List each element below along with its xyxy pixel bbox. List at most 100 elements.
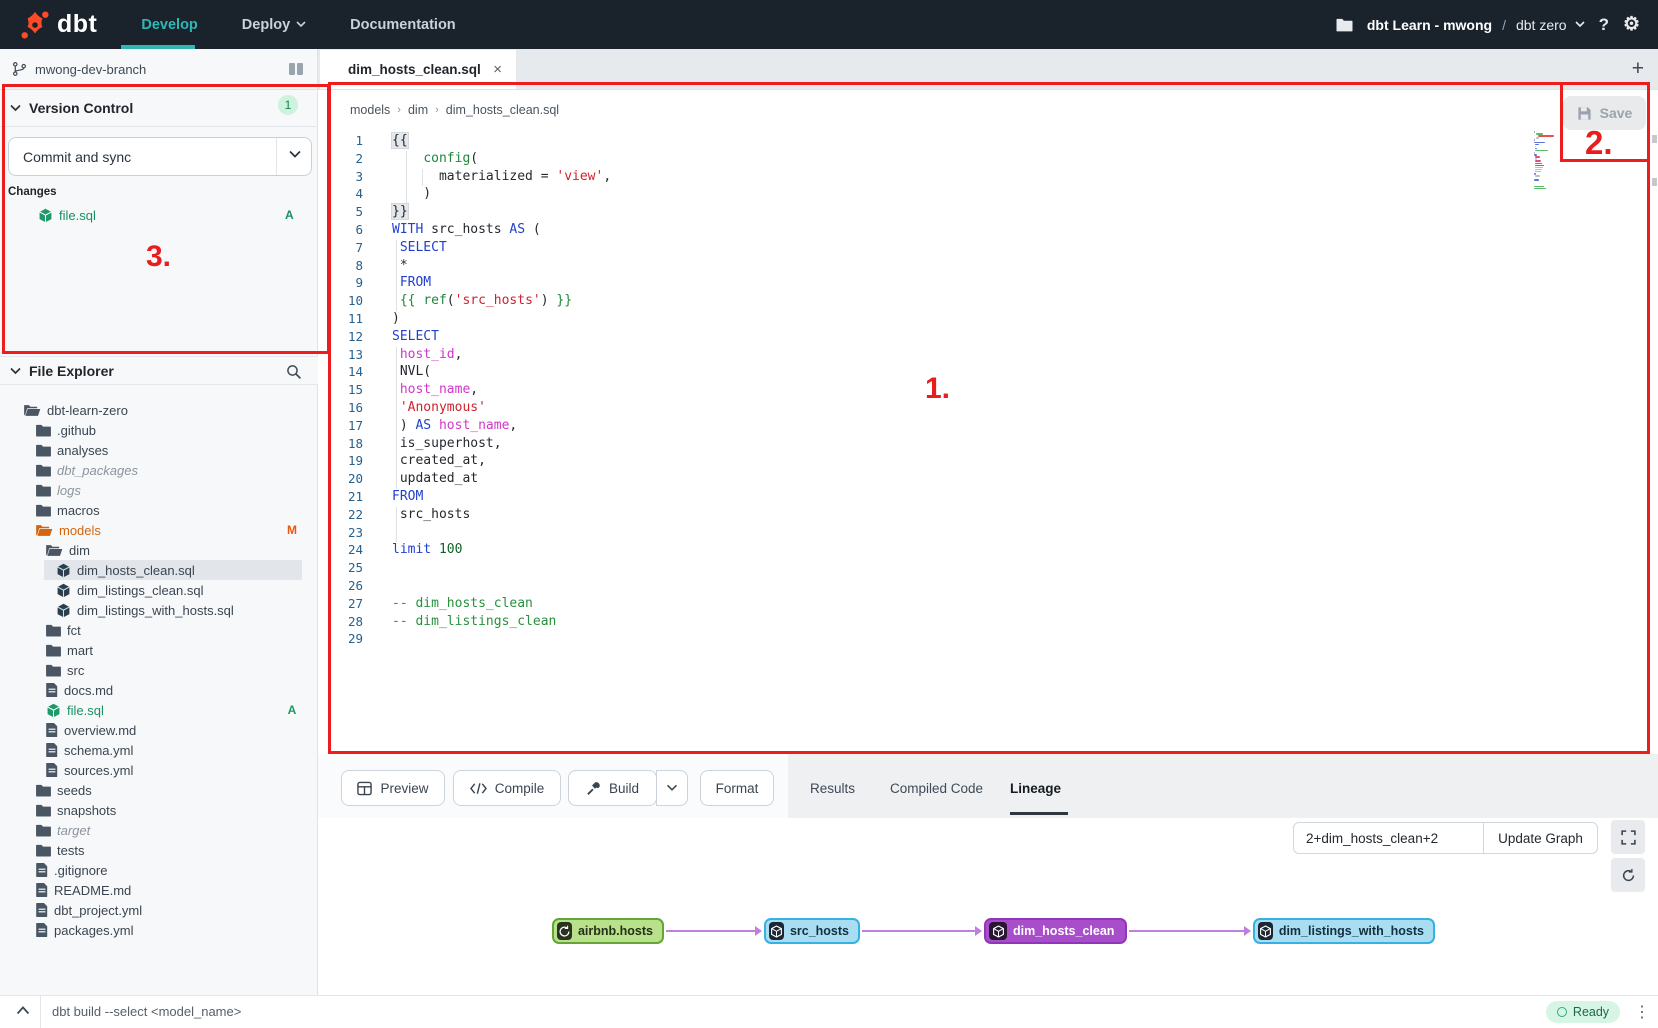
- docs-columns-icon[interactable]: [288, 62, 304, 76]
- tree-item-sources-yml[interactable]: sources.yml: [0, 760, 318, 780]
- code-line[interactable]: materialized = 'view',: [392, 169, 611, 184]
- file-explorer-header[interactable]: File Explorer: [0, 356, 318, 385]
- tree-item-dim[interactable]: dim: [0, 540, 318, 560]
- code-line[interactable]: host_name,: [392, 382, 478, 397]
- tree-item-dbt-learn-zero[interactable]: dbt-learn-zero: [0, 400, 318, 420]
- tree-item-label: overview.md: [64, 723, 136, 738]
- command-input[interactable]: dbt build --select <model_name>: [52, 1004, 241, 1019]
- breadcrumb-item[interactable]: dim: [408, 103, 428, 117]
- code-line[interactable]: FROM: [392, 275, 431, 290]
- nav-item-documentation[interactable]: Documentation: [350, 17, 456, 33]
- tree-item-schema-yml[interactable]: schema.yml: [0, 740, 318, 760]
- code-line[interactable]: updated_at: [392, 471, 478, 486]
- account-project-switcher[interactable]: dbt Learn - mwong / dbt zero: [1367, 17, 1585, 33]
- compile-button[interactable]: Compile: [453, 770, 561, 806]
- tree-item-seeds[interactable]: seeds: [0, 780, 318, 800]
- tree-item-macros[interactable]: macros: [0, 500, 318, 520]
- tree-item-src[interactable]: src: [0, 660, 318, 680]
- minimap-line: [1536, 137, 1539, 139]
- tree-item-fct[interactable]: fct: [0, 620, 318, 640]
- breadcrumb-separator: ›: [397, 104, 401, 116]
- tree-item-mart[interactable]: mart: [0, 640, 318, 660]
- tree-item-target[interactable]: target: [0, 820, 318, 840]
- close-icon[interactable]: ×: [493, 61, 502, 78]
- chevron-down-icon[interactable]: [289, 150, 301, 159]
- code-line[interactable]: {{: [392, 133, 408, 148]
- code-line[interactable]: -- dim_hosts_clean: [392, 596, 533, 611]
- tree-item-packages-yml[interactable]: packages.yml: [0, 920, 318, 940]
- tree-item-logs[interactable]: logs: [0, 480, 318, 500]
- tree-item-dim-listings-with-hosts-sql[interactable]: dim_listings_with_hosts.sql: [0, 600, 318, 620]
- lineage-node-dim_hosts_clean[interactable]: dim_hosts_clean: [984, 918, 1127, 944]
- breadcrumb-item[interactable]: dim_hosts_clean.sql: [446, 103, 559, 117]
- line-number: 13: [318, 347, 363, 362]
- tree-item-dbt-project-yml[interactable]: dbt_project.yml: [0, 900, 318, 920]
- tree-item-analyses[interactable]: analyses: [0, 440, 318, 460]
- code-line[interactable]: *: [392, 258, 408, 273]
- tab-compiled-code[interactable]: Compiled Code: [890, 770, 983, 806]
- code-line[interactable]: 'Anonymous': [392, 400, 486, 415]
- reset-view-button[interactable]: [1611, 858, 1645, 892]
- code-line[interactable]: src_hosts: [392, 507, 470, 522]
- code-line[interactable]: SELECT: [392, 240, 447, 255]
- fullscreen-button[interactable]: [1611, 820, 1645, 854]
- branch-name[interactable]: mwong-dev-branch: [35, 62, 146, 77]
- line-number: 8: [318, 258, 363, 273]
- tree-item-docs-md[interactable]: docs.md: [0, 680, 318, 700]
- tab-results[interactable]: Results: [810, 770, 855, 806]
- tab-dim-hosts-clean[interactable]: dim_hosts_clean.sql ×: [320, 50, 516, 89]
- tab-lineage[interactable]: Lineage: [1010, 770, 1061, 806]
- tree-item-dbt-packages[interactable]: dbt_packages: [0, 460, 318, 480]
- code-line[interactable]: }}: [392, 204, 408, 219]
- lineage-node-dim_listings_with_hosts[interactable]: dim_listings_with_hosts: [1253, 918, 1435, 944]
- commit-and-sync-button[interactable]: Commit and sync: [8, 137, 312, 176]
- code-line[interactable]: host_id,: [392, 347, 462, 362]
- lineage-selector-input[interactable]: [1293, 822, 1485, 854]
- tree-item-overview-md[interactable]: overview.md: [0, 720, 318, 740]
- tree-item-dim-hosts-clean-sql[interactable]: dim_hosts_clean.sql: [0, 560, 318, 580]
- code-line[interactable]: config(: [392, 151, 478, 166]
- tree-item-dim-listings-clean-sql[interactable]: dim_listings_clean.sql: [0, 580, 318, 600]
- nav-item-deploy[interactable]: Deploy: [242, 17, 306, 33]
- line-number: 15: [318, 382, 363, 397]
- build-button[interactable]: Build: [568, 770, 657, 806]
- help-icon[interactable]: ?: [1599, 15, 1609, 35]
- gear-icon[interactable]: ⚙: [1623, 13, 1640, 36]
- tree-item-snapshots[interactable]: snapshots: [0, 800, 318, 820]
- code-line[interactable]: ) AS host_name,: [392, 418, 517, 433]
- tree-item--gitignore[interactable]: .gitignore: [0, 860, 318, 880]
- tree-item-label: models: [59, 523, 101, 538]
- lineage-node-src_hosts[interactable]: src_hosts: [764, 918, 860, 944]
- code-line[interactable]: FROM: [392, 489, 423, 504]
- build-options-chevron-button[interactable]: [656, 770, 688, 806]
- tree-item-readme-md[interactable]: README.md: [0, 880, 318, 900]
- code-line[interactable]: ): [392, 311, 400, 326]
- version-control-header[interactable]: Version Control 1: [0, 90, 318, 127]
- tree-item--github[interactable]: .github: [0, 420, 318, 440]
- preview-button[interactable]: Preview: [341, 770, 445, 806]
- code-line[interactable]: WITH src_hosts AS (: [392, 222, 541, 237]
- kebab-menu-icon[interactable]: ⋮: [1634, 1002, 1650, 1022]
- code-line[interactable]: SELECT: [392, 329, 439, 344]
- code-line[interactable]: NVL(: [392, 364, 431, 379]
- new-tab-button[interactable]: +: [1632, 57, 1644, 81]
- lineage-node-airbnb-hosts[interactable]: airbnb.hosts: [552, 918, 664, 944]
- code-line[interactable]: created_at,: [392, 453, 486, 468]
- code-line[interactable]: {{ ref('src_hosts') }}: [392, 293, 572, 308]
- save-button[interactable]: Save: [1563, 96, 1646, 130]
- tree-item-tests[interactable]: tests: [0, 840, 318, 860]
- code-line[interactable]: is_superhost,: [392, 436, 502, 451]
- format-button[interactable]: Format: [700, 770, 774, 806]
- code-line[interactable]: limit 100: [392, 542, 462, 557]
- nav-item-develop[interactable]: Develop: [141, 17, 197, 33]
- code-line[interactable]: -- dim_listings_clean: [392, 614, 556, 629]
- breadcrumb-item[interactable]: models: [350, 103, 390, 117]
- update-graph-button[interactable]: Update Graph: [1483, 822, 1598, 854]
- tree-item-models[interactable]: modelsM: [0, 520, 318, 540]
- chevron-up-icon[interactable]: [16, 1005, 30, 1015]
- changed-file-row[interactable]: file.sql A: [0, 204, 318, 226]
- search-icon[interactable]: [286, 364, 302, 385]
- code-line[interactable]: ): [392, 186, 431, 201]
- tree-item-file-sql[interactable]: file.sqlA: [0, 700, 318, 720]
- dbt-logo[interactable]: dbt: [20, 10, 97, 40]
